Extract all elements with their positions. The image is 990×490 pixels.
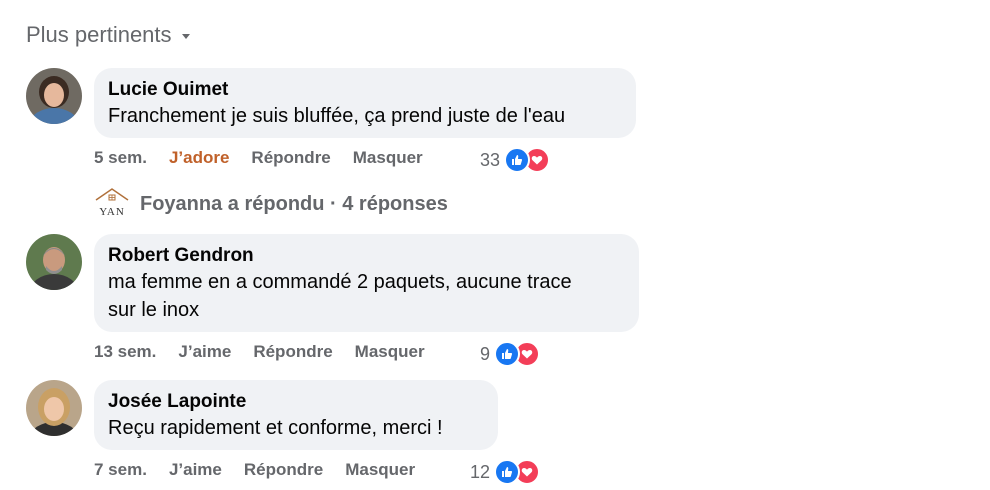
reply-button[interactable]: Répondre	[251, 148, 330, 168]
avatar[interactable]	[26, 68, 82, 124]
reaction-summary[interactable]: 12	[470, 459, 541, 485]
page-avatar: YAN	[94, 186, 130, 222]
comment-text-line: sur le inox	[108, 299, 200, 321]
sort-label: Plus pertinents	[26, 22, 172, 47]
comment-text: Franchement je suis bluffée, ça prend ju…	[108, 105, 566, 127]
comment-actions: 7 sem. J’aime Répondre Masquer	[94, 460, 437, 480]
comment-bubble: Josée Lapointe Reçu rapidement et confor…	[94, 380, 498, 450]
reaction-count: 12	[470, 461, 491, 482]
comment-time[interactable]: 7 sem.	[94, 460, 147, 480]
hide-button[interactable]: Masquer	[345, 460, 415, 480]
comment-author[interactable]: Robert Gendron	[108, 244, 625, 268]
like-icon	[504, 147, 531, 173]
like-icon	[494, 341, 521, 367]
page-logo-text: YAN	[99, 206, 125, 218]
avatar[interactable]	[26, 380, 82, 436]
hide-button[interactable]: Masquer	[353, 148, 423, 168]
comment-time[interactable]: 13 sem.	[94, 342, 156, 362]
reaction-count: 9	[480, 343, 491, 364]
house-logo-icon	[95, 188, 129, 201]
sort-dropdown[interactable]: Plus pertinents	[26, 22, 190, 48]
comment-bubble: Robert Gendron ma femme en a commandé 2 …	[94, 234, 639, 332]
chevron-down-icon	[181, 34, 190, 39]
comment-text: Reçu rapidement et conforme, merci !	[108, 417, 443, 439]
comment-time[interactable]: 5 sem.	[94, 148, 147, 168]
reaction-summary[interactable]: 33	[480, 147, 551, 173]
comment-text-line: ma femme en a commandé 2 paquets, aucune…	[108, 271, 572, 293]
replies-summary-text: Foyanna a répondu · 4 réponses	[140, 192, 448, 215]
hide-button[interactable]: Masquer	[355, 342, 425, 362]
reaction-button[interactable]: J’adore	[169, 148, 229, 168]
reply-button[interactable]: Répondre	[253, 342, 332, 362]
comment-actions: 13 sem. J’aime Répondre Masquer	[94, 342, 447, 362]
avatar[interactable]	[26, 234, 82, 290]
like-icon	[494, 459, 521, 485]
reply-button[interactable]: Répondre	[244, 460, 323, 480]
comment-actions: 5 sem. J’adore Répondre Masquer	[94, 148, 445, 168]
comment-author[interactable]: Lucie Ouimet	[108, 78, 622, 102]
like-button[interactable]: J’aime	[178, 342, 231, 362]
comment-author[interactable]: Josée Lapointe	[108, 390, 484, 414]
like-button[interactable]: J’aime	[169, 460, 222, 480]
comment-bubble: Lucie Ouimet Franchement je suis bluffée…	[94, 68, 636, 138]
view-replies-link[interactable]: YAN Foyanna a répondu · 4 réponses	[94, 186, 448, 222]
reaction-count: 33	[480, 149, 501, 170]
reaction-summary[interactable]: 9	[480, 341, 541, 367]
